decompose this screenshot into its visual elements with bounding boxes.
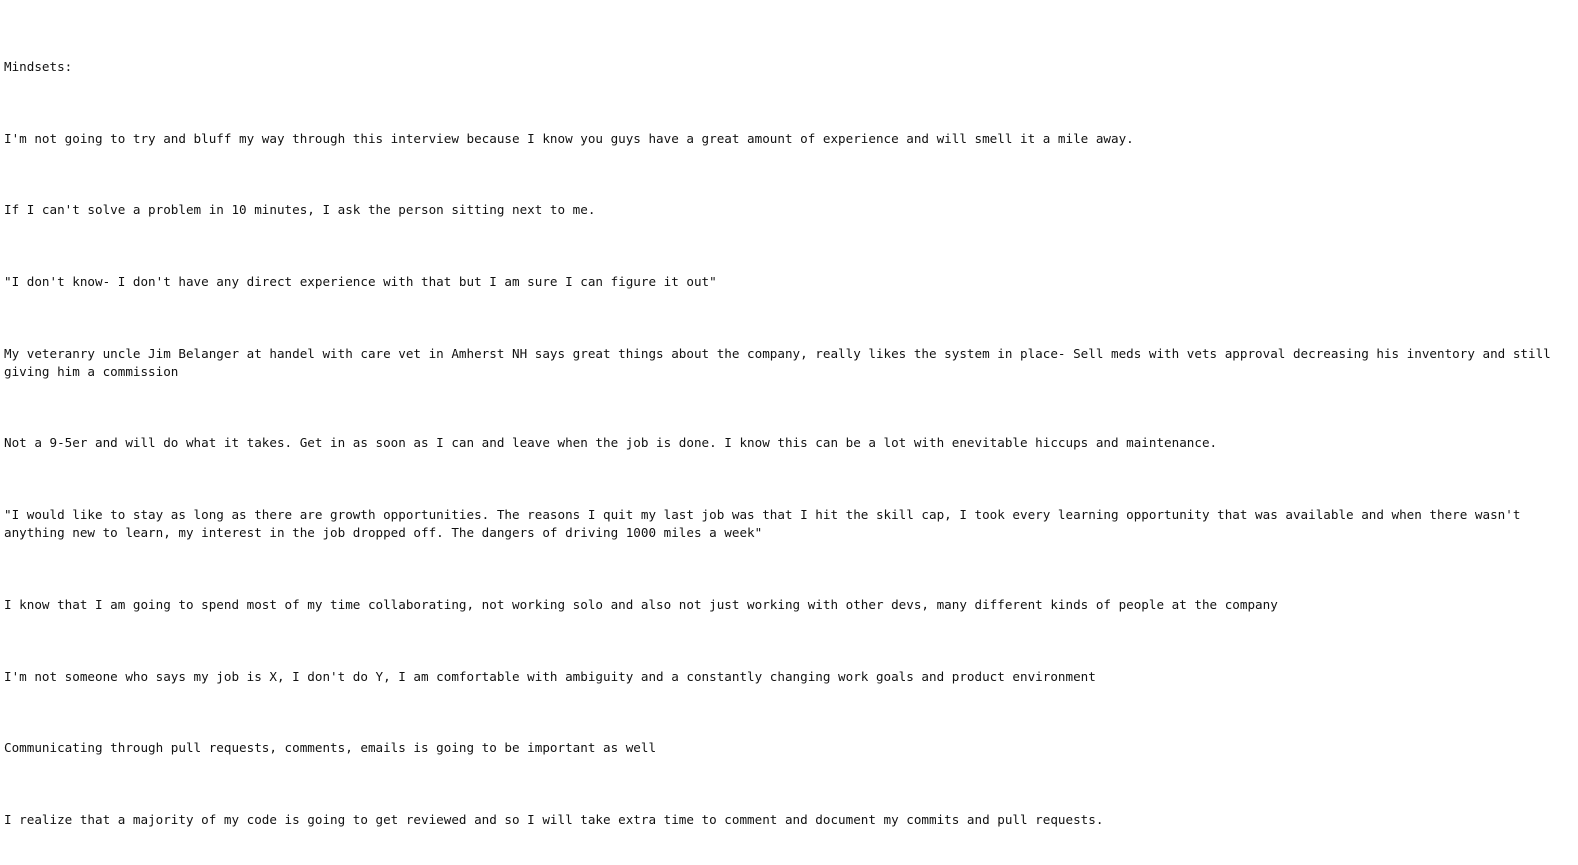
text-document: Mindsets: I'm not going to try and bluff…	[0, 0, 1578, 865]
paragraph-communication: Communicating through pull requests, com…	[4, 740, 657, 756]
paragraph-growth: "I would like to stay as long as there a…	[4, 507, 1529, 541]
paragraph-uncle-reference: My veteranry uncle Jim Belanger at hande…	[4, 345, 1559, 379]
paragraph-ask-for-help: If I can't solve a problem in 10 minutes…	[4, 202, 596, 218]
paragraph-code-review: I realize that a majority of my code is …	[4, 811, 1104, 827]
paragraph-bluff: I'm not going to try and bluff my way th…	[4, 130, 1134, 146]
paragraph-work-ethic: Not a 9-5er and will do what it takes. G…	[4, 435, 1218, 451]
document-heading: Mindsets:	[4, 59, 73, 74]
paragraph-collaboration: I know that I am going to spend most of …	[4, 596, 1278, 612]
paragraph-dont-know: "I don't know- I don't have any direct e…	[4, 274, 717, 290]
paragraph-ambiguity: I'm not someone who says my job is X, I …	[4, 668, 1096, 684]
